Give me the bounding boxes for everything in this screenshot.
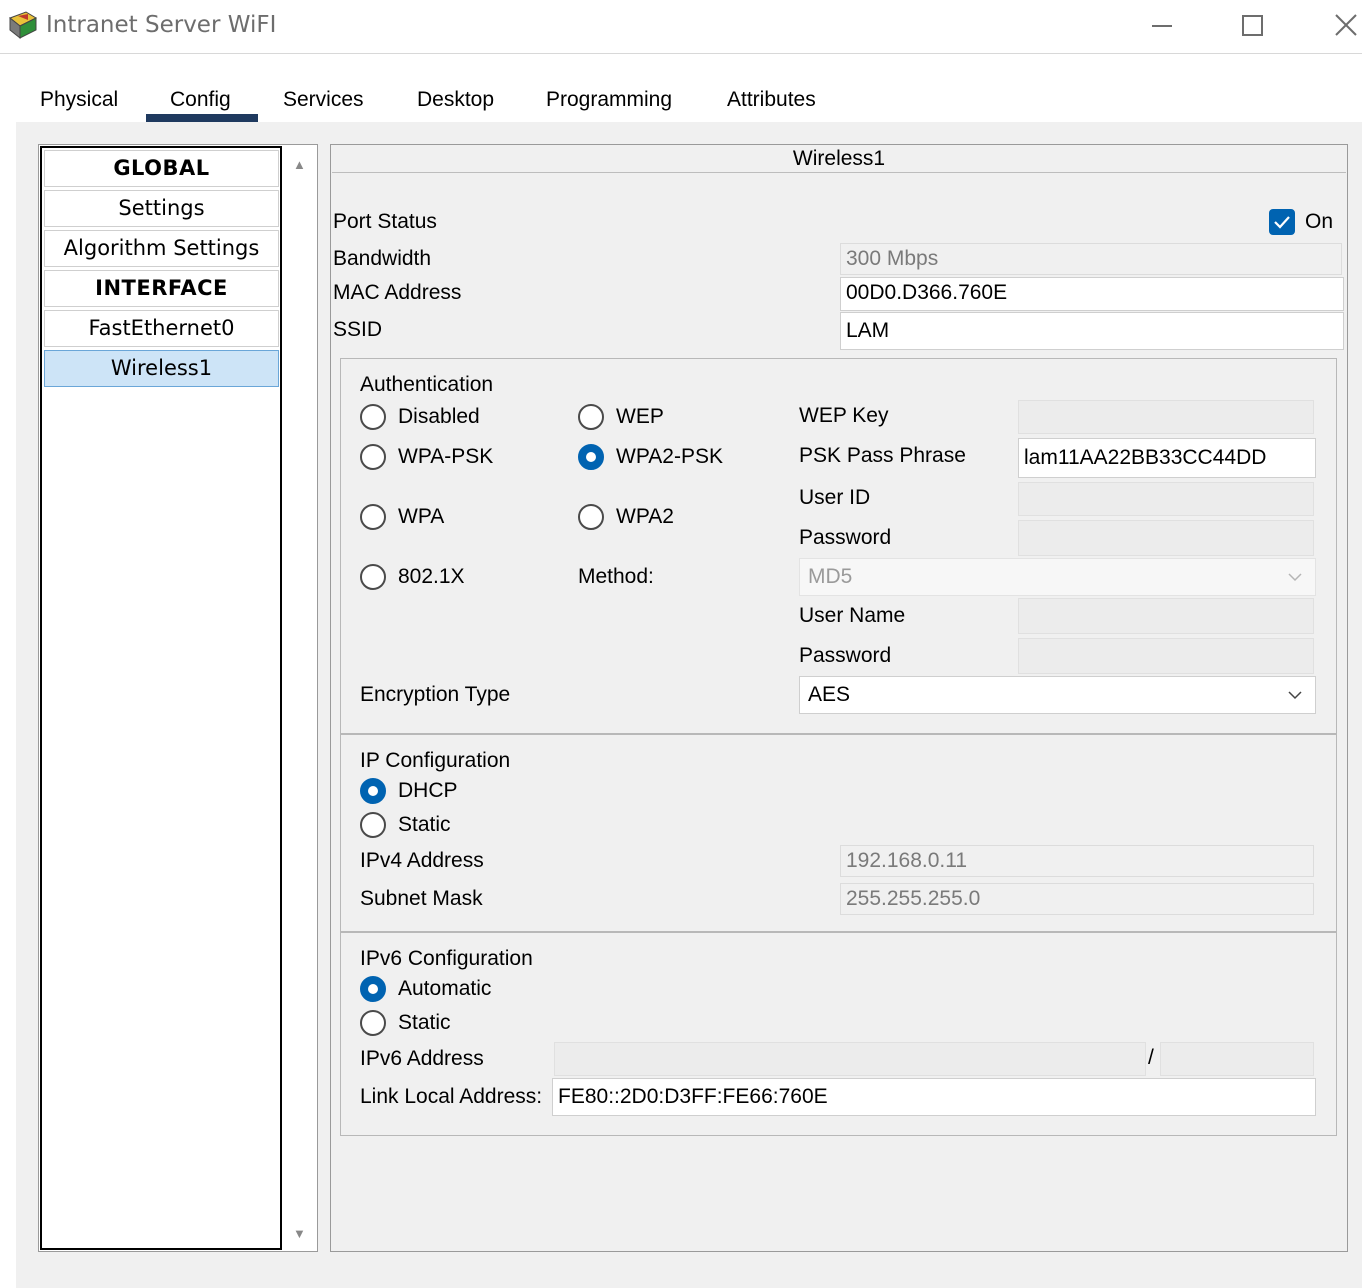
tab-config[interactable]: Config [170,88,231,112]
radio-ipv6-static-label: Static [398,1011,451,1034]
minimize-icon[interactable] [1142,8,1182,44]
window-title: Intranet Server WiFI [46,12,277,38]
ipv6-address-label: IPv6 Address [360,1047,484,1070]
method-select: MD5 [799,558,1316,596]
ssid-label: SSID [333,318,383,341]
password2-label: Password [799,644,892,667]
wep-key-input [1018,400,1314,434]
radio-wpa2[interactable] [578,504,604,530]
radio-8021x-label: 802.1X [398,565,465,588]
subnet-mask-label: Subnet Mask [360,887,483,910]
nav-header-global: GLOBAL [44,150,279,187]
radio-wpa[interactable] [360,504,386,530]
radio-wep-label: WEP [616,405,664,428]
panel-divider [332,172,1346,173]
subnet-mask-field: 255.255.255.0 [840,883,1314,915]
tab-bar-filler [846,78,1362,122]
tab-desktop[interactable]: Desktop [417,88,494,112]
radio-ipv6-automatic[interactable] [360,976,386,1002]
mac-address-label: MAC Address [333,281,462,304]
ipv6-address-input [554,1042,1146,1076]
user-name-input [1018,598,1314,634]
link-local-address-input[interactable]: FE80::2D0:D3FF:FE66:760E [552,1078,1316,1116]
password-label: Password [799,526,892,549]
nav-item-algorithm-settings[interactable]: Algorithm Settings [44,230,279,267]
nav-scrollbar[interactable] [284,146,316,1250]
app-icon [9,11,38,40]
chevron-down-icon [1288,573,1302,582]
radio-dhcp[interactable] [360,778,386,804]
password-input [1018,520,1314,556]
ipv4-address-label: IPv4 Address [360,849,484,872]
wep-key-label: WEP Key [799,404,889,427]
link-local-address-label: Link Local Address: [360,1085,543,1108]
port-status-on-label: On [1305,210,1334,233]
port-status-label: Port Status [333,210,437,233]
user-id-label: User ID [799,486,871,509]
radio-ip-static[interactable] [360,812,386,838]
ipv4-address-field: 192.168.0.11 [840,845,1314,877]
radio-disabled[interactable] [360,404,386,430]
ip-configuration-title: IP Configuration [360,749,511,772]
psk-pass-phrase-label: PSK Pass Phrase [799,444,966,467]
nav-item-wireless1[interactable]: Wireless1 [44,350,279,387]
password2-input [1018,638,1314,674]
scroll-down-icon[interactable]: ▼ [293,1226,306,1241]
radio-wpa-label: WPA [398,505,445,528]
radio-ipv6-automatic-label: Automatic [398,977,492,1000]
tab-physical[interactable]: Physical [40,88,118,112]
user-name-label: User Name [799,604,906,627]
radio-8021x[interactable] [360,564,386,590]
scroll-up-icon[interactable]: ▲ [293,157,306,172]
nav-item-settings[interactable]: Settings [44,190,279,227]
method-label: Method: [578,565,654,588]
method-select-value: MD5 [808,565,853,588]
radio-disabled-label: Disabled [398,405,480,428]
radio-wpa2-psk-label: WPA2-PSK [616,445,723,468]
check-icon [1274,216,1290,229]
tab-programming[interactable]: Programming [546,88,672,112]
maximize-icon[interactable] [1233,8,1273,44]
radio-ipv6-static[interactable] [360,1010,386,1036]
psk-pass-phrase-input[interactable]: lam11AA22BB33CC44DD [1018,438,1316,478]
ipv6-configuration-title: IPv6 Configuration [360,947,533,970]
tab-services[interactable]: Services [283,88,364,112]
radio-wpa2-label: WPA2 [616,505,674,528]
nav-header-interface: INTERFACE [44,270,279,307]
title-bar: Intranet Server WiFI [0,0,1362,54]
authentication-title: Authentication [360,373,494,396]
panel-title: Wireless1 [792,147,886,170]
radio-wpa-psk[interactable] [360,444,386,470]
bandwidth-field: 300 Mbps [840,243,1342,275]
tab-attributes[interactable]: Attributes [727,88,816,112]
ssid-input[interactable]: LAM [840,312,1344,350]
close-icon[interactable] [1326,8,1362,44]
radio-wpa-psk-label: WPA-PSK [398,445,494,468]
user-id-input [1018,482,1314,516]
encryption-type-select[interactable]: AES [799,676,1316,714]
radio-dhcp-label: DHCP [398,779,458,802]
tab-config-underline [146,114,258,122]
ipv6-prefix-input [1160,1042,1314,1076]
bandwidth-label: Bandwidth [333,247,432,270]
port-status-checkbox[interactable] [1269,209,1295,235]
chevron-down-icon [1288,691,1302,700]
encryption-type-label: Encryption Type [360,683,511,706]
encryption-type-value: AES [808,683,851,706]
ipv6-prefix-separator: / [1148,1046,1154,1069]
radio-wep[interactable] [578,404,604,430]
mac-address-input[interactable]: 00D0.D366.760E [840,277,1344,311]
radio-wpa2-psk[interactable] [578,444,604,470]
nav-item-fastethernet0[interactable]: FastEthernet0 [44,310,279,347]
radio-ip-static-label: Static [398,813,451,836]
